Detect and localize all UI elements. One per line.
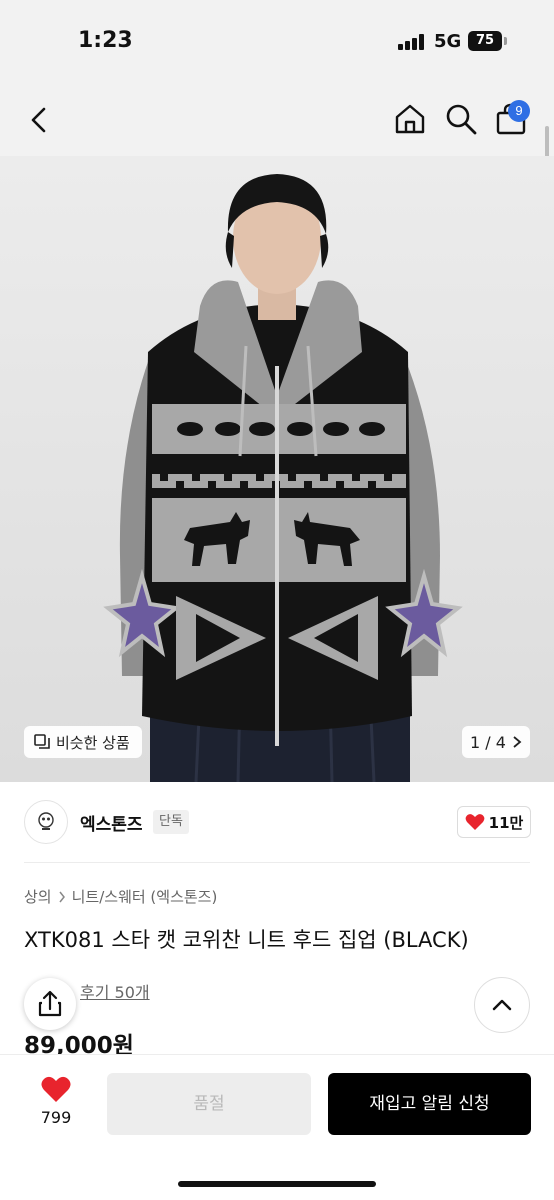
breadcrumb-item[interactable]: 니트/스웨터 (엑스톤즈) — [72, 886, 218, 907]
chevron-up-icon — [492, 999, 512, 1011]
chevron-right-icon — [59, 891, 65, 902]
share-icon — [38, 990, 62, 1017]
exclusive-tag: 단독 — [153, 810, 189, 834]
product-image[interactable] — [0, 156, 554, 782]
review-count-link[interactable]: 후기 50개 — [80, 979, 150, 1003]
soldout-button[interactable]: 품절 — [107, 1073, 311, 1135]
breadcrumb-item[interactable]: 상의 — [24, 886, 52, 907]
cellular-signal-icon — [398, 34, 426, 50]
cart-count-badge: 9 — [508, 100, 530, 122]
network-type: 5G — [434, 31, 462, 52]
image-page-indicator[interactable]: 1 / 4 — [462, 726, 530, 758]
chevron-right-icon — [513, 736, 522, 748]
scroll-top-button[interactable] — [474, 977, 530, 1033]
restock-alert-button[interactable]: 재입고 알림 신청 — [328, 1073, 531, 1135]
brand-logo[interactable] — [24, 800, 68, 844]
heart-icon — [465, 814, 485, 830]
battery-tip — [504, 37, 507, 45]
battery-icon: 75 — [468, 31, 502, 51]
nav-bar — [0, 84, 554, 156]
similar-items-icon — [34, 734, 50, 749]
share-button[interactable] — [24, 978, 76, 1030]
divider — [24, 862, 530, 863]
product-title: XTK081 스타 캣 코위찬 니트 후드 집업 (BLACK) — [24, 928, 469, 952]
brand-name[interactable]: 엑스톤즈 — [80, 810, 143, 835]
heart-icon — [41, 1076, 71, 1102]
search-icon[interactable] — [444, 102, 478, 136]
back-arrow-icon[interactable] — [24, 104, 56, 136]
wishlist-count: 799 — [40, 1108, 72, 1127]
home-indicator[interactable] — [178, 1181, 376, 1187]
status-bar: 1:23 5G 75 — [0, 0, 554, 84]
status-time: 1:23 — [78, 28, 133, 53]
breadcrumb: 상의 니트/스웨터 (엑스톤즈) — [24, 886, 217, 907]
similar-products-button[interactable]: 비슷한 상품 — [24, 726, 142, 758]
home-icon[interactable] — [393, 102, 427, 136]
brand-like-count: 11만 — [488, 813, 524, 832]
brand-skull-logo-icon — [38, 812, 54, 830]
hoodie-model-photo — [0, 156, 554, 782]
similar-products-label: 비슷한 상품 — [56, 733, 130, 752]
page-indicator-text: 1 / 4 — [470, 732, 506, 752]
brand-like-button[interactable]: 11만 — [457, 806, 531, 838]
